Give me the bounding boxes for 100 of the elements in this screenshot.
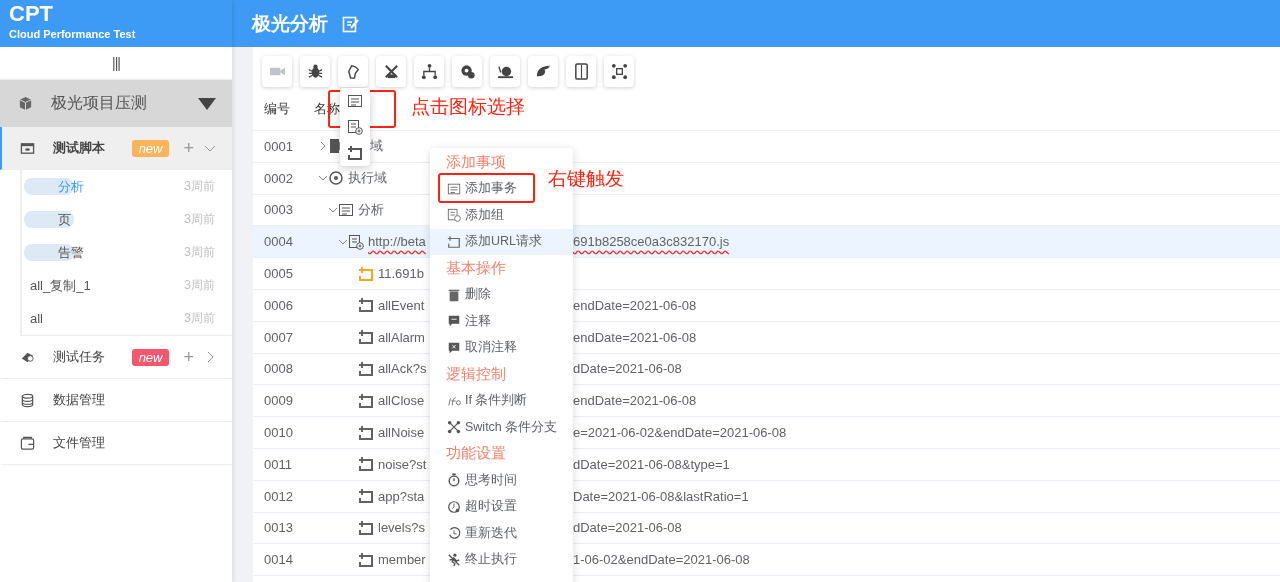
menu-item[interactable]: 注释 [430,308,497,335]
nav-item[interactable]: 文件管理 [0,422,232,465]
clock-icon [447,499,461,514]
row-number[interactable]: 0006 [253,297,314,313]
node-name-tail: e=2021-06-02&endDate=2021-06-08 [572,425,788,441]
script-time: 3周前 [184,211,215,228]
node-name-tail: endDate=2021-06-08 [572,297,698,313]
popup-option[interactable] [345,117,365,137]
menu-section-title: 添加事项 [445,151,506,172]
chevron-down-icon[interactable] [328,205,338,215]
tool-button[interactable] [490,56,520,87]
node-name: 执行域 [348,169,387,188]
menu-item[interactable]: 添加组 [430,202,510,229]
node-name-tail: dDate=2021-06-08 [572,520,683,536]
script-name: 告警 [57,243,84,262]
dropdown-triangle-icon [198,97,216,110]
project-selector[interactable]: 极光项目压测 [0,80,232,127]
list-plus-icon [447,208,461,223]
refresh-icon [447,526,461,541]
annotation-text: 右键触发 [548,167,624,191]
row-number[interactable]: 0011 [253,456,314,472]
menu-item[interactable]: 重新迭代 [430,520,523,547]
script-name: 页 [57,210,71,229]
row-number[interactable]: 0012 [253,488,314,504]
node-name-tail: 691b8258ce0a3c832170.js [572,226,1280,258]
tablet-icon [572,63,590,80]
annotation-text: 点击图标选择 [411,95,525,119]
node-name: app?sta [378,488,425,504]
script-item[interactable]: 告警 3周前 [22,236,232,269]
menu-item[interactable]: 思考时间 [430,467,523,494]
new-badge: new [131,348,170,366]
row-number[interactable]: 0007 [253,329,314,345]
menu-item[interactable]: 删除 [430,281,497,308]
popup-option[interactable] [345,143,365,163]
script-item[interactable]: all_复制_1 3周前 [22,269,232,302]
folder-icon [20,435,35,451]
menu-item[interactable]: 添加事务 [430,175,523,202]
script-time: 3周前 [184,244,215,261]
row-number[interactable]: 0014 [253,552,314,568]
edit-icon[interactable] [342,14,360,33]
script-icon [20,140,35,156]
node-name: allAck?s [378,361,427,377]
row-number[interactable]: 0001 [253,138,314,154]
menu-toggle-button[interactable]: ||| [110,55,122,71]
tool-button[interactable] [566,56,596,87]
script-item[interactable]: 页 3周前 [22,203,232,236]
list-icon [347,93,363,109]
tool-button[interactable] [300,56,330,87]
add-request-icon [447,234,461,249]
script-time: 3周前 [184,178,215,195]
nav-item[interactable]: 测试任务 new + [0,336,232,379]
node-name: levels?s [378,520,425,536]
menu-section-title: 功能设置 [445,443,506,464]
menu-item[interactable]: 超时设置 [430,493,523,520]
tool-button[interactable] [338,56,368,87]
row-number[interactable]: 0004 [253,226,314,258]
nodes-icon [610,63,628,80]
row-number[interactable]: 0008 [253,361,314,377]
row-number[interactable]: 0005 [253,266,314,282]
menu-item[interactable]: 终止执行 [430,546,523,573]
chevron-right-icon[interactable] [318,141,328,152]
tool-button[interactable] [604,56,634,87]
menu-item[interactable]: Switch 条件分支 [430,414,564,441]
row-number[interactable]: 0002 [253,170,314,186]
tool-button[interactable] [528,56,558,87]
node-name-tail: endDate=2021-06-08 [572,393,698,409]
row-number[interactable]: 0010 [253,425,314,441]
gear-icon [458,63,476,80]
list-plus-icon [347,119,363,135]
nav-label: 测试脚本 [53,139,106,157]
node-name: allNoise [378,425,425,441]
row-number[interactable]: 0013 [253,520,314,536]
node-name-tail: Date=2021-06-08&lastRatio=1 [572,488,750,504]
menu-item[interactable]: If 条件判断 [430,387,534,414]
cube-icon [18,96,33,111]
new-badge: new [131,139,170,157]
script-name: all_复制_1 [30,276,91,295]
node-name: 域 [370,137,383,156]
tool-button[interactable] [376,56,406,87]
logo-subtitle: Cloud Performance Test [9,27,137,41]
list-icon [338,202,354,218]
node-name: member [378,552,426,568]
nav-item[interactable]: 数据管理 [0,379,232,422]
node-name: noise?st [378,456,427,472]
stop-run-icon [447,552,461,567]
script-name: 分析 [57,177,84,196]
menu-item[interactable]: 取消注释 [430,334,523,361]
node-name-tail: dDate=2021-06-08&type=1 [572,456,731,472]
node-name-tail: 1-06-02&endDate=2021-06-08 [572,552,751,568]
add-request-icon [347,145,363,161]
node-name-tail: dDate=2021-06-08 [572,361,683,377]
row-number[interactable]: 0009 [253,393,314,409]
row-number[interactable]: 0003 [253,202,314,218]
bug-icon [306,63,324,80]
page-title: 极光分析 [252,11,328,36]
tool-button[interactable] [414,56,444,87]
script-item[interactable]: all 3周前 [22,302,232,335]
nav-label: 文件管理 [53,434,106,452]
menu-item[interactable]: 添加URL请求 [430,228,573,255]
tool-button[interactable] [452,56,482,87]
